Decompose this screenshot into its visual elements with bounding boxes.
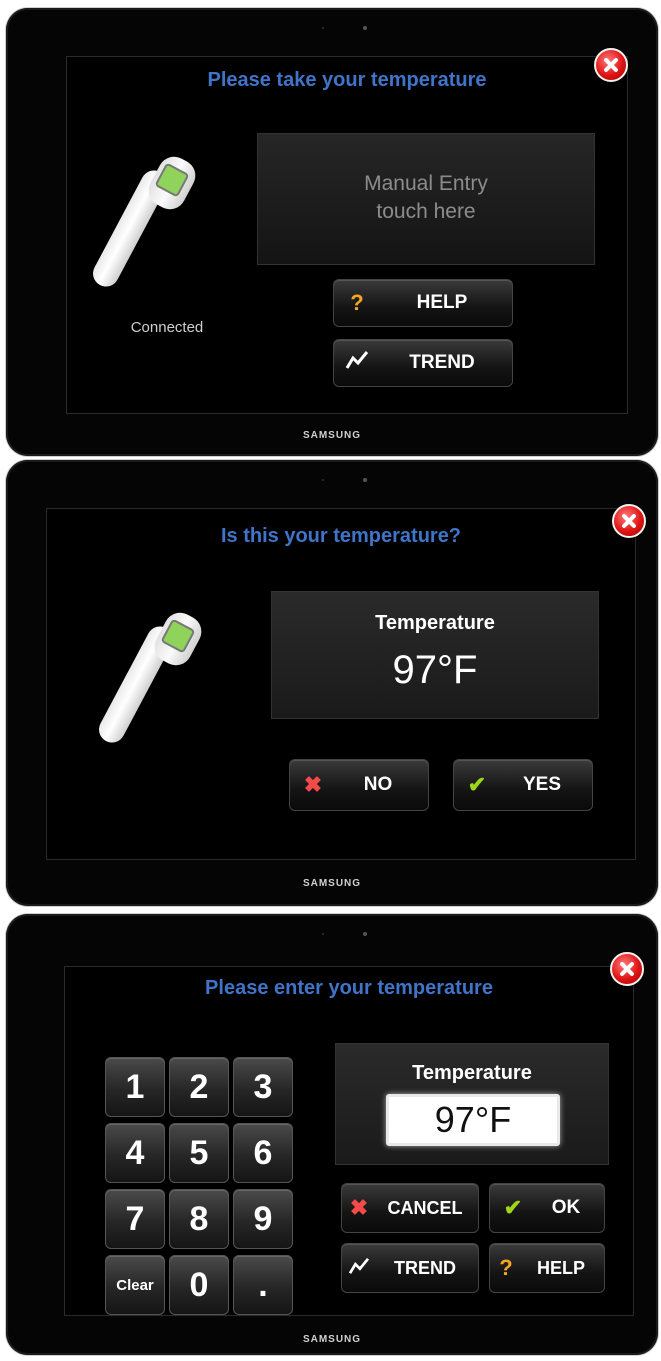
sensor-dot [322,933,324,935]
thermometer-icon [94,607,207,755]
key-decimal[interactable]: . [233,1255,293,1315]
trend-button[interactable]: TREND [341,1243,479,1293]
cancel-button[interactable]: ✖ CANCEL [341,1183,479,1233]
camera-dot [363,932,367,936]
help-button[interactable]: ? HELP [489,1243,605,1293]
key-8[interactable]: 8 [169,1189,229,1249]
key-3[interactable]: 3 [233,1057,293,1117]
sensor-dot [322,479,324,481]
camera-dot [363,478,367,482]
thermometer-icon [88,151,201,299]
question-mark-icon: ? [499,1255,513,1280]
manual-entry-button[interactable]: Manual Entry touch here [257,133,595,265]
trend-label: TREND [409,352,475,373]
manual-entry-line1: Manual Entry [364,172,488,195]
key-7[interactable]: 7 [105,1189,165,1249]
yes-button[interactable]: ✔ YES [453,759,593,811]
tablet-screen-1: Please take your temperature Connected M… [6,8,658,456]
trend-line-icon [346,1255,372,1281]
close-icon[interactable] [610,952,644,986]
check-icon: ✔ [467,772,487,797]
check-icon: ✔ [503,1195,523,1220]
key-9[interactable]: 9 [233,1189,293,1249]
yes-label: YES [522,774,562,795]
tablet-screen-3: Please enter your temperature 1 2 3 4 5 … [6,914,658,1355]
brand-logo: SAMSUNG [302,1334,362,1345]
temperature-label: Temperature [412,1062,532,1084]
help-label: HELP [536,1257,585,1278]
ok-label: OK [551,1197,581,1218]
temperature-input[interactable]: 97°F [386,1094,560,1146]
connection-status: Connected [130,319,204,336]
key-0[interactable]: 0 [169,1255,229,1315]
close-icon[interactable] [612,504,646,538]
trend-button[interactable]: TREND [333,339,513,387]
no-button[interactable]: ✖ NO [289,759,429,811]
temperature-panel: Temperature 97°F [335,1043,609,1165]
cancel-label: CANCEL [387,1197,463,1218]
key-clear[interactable]: Clear [105,1255,165,1315]
tablet-screen-2: Is this your temperature? Temperature 97… [6,460,658,906]
key-4[interactable]: 4 [105,1123,165,1183]
page-title: Please enter your temperature [205,977,493,999]
x-icon: ✖ [303,772,323,797]
page-title: Is this your temperature? [220,525,462,547]
temperature-label: Temperature [375,612,495,634]
brand-logo: SAMSUNG [302,878,362,889]
brand-logo: SAMSUNG [302,430,362,441]
key-1[interactable]: 1 [105,1057,165,1117]
help-label: HELP [416,292,468,313]
camera-dot [363,26,367,30]
close-icon[interactable] [594,48,628,82]
trend-line-icon [342,350,372,376]
manual-entry-line2: touch here [376,200,476,223]
question-mark-icon: ? [350,290,364,315]
no-label: NO [363,774,393,795]
ok-button[interactable]: ✔ OK [489,1183,605,1233]
display-area: Is this your temperature? Temperature 97… [46,508,636,860]
trend-label: TREND [394,1257,456,1278]
x-icon: ✖ [349,1195,369,1220]
sensor-dot [322,27,324,29]
temperature-panel: Temperature 97°F [271,591,599,719]
help-button[interactable]: ? HELP [333,279,513,327]
key-5[interactable]: 5 [169,1123,229,1183]
page-title: Please take your temperature [207,69,487,91]
temperature-value: 97°F [392,648,478,692]
key-2[interactable]: 2 [169,1057,229,1117]
display-area: Please enter your temperature 1 2 3 4 5 … [64,966,634,1316]
key-6[interactable]: 6 [233,1123,293,1183]
display-area: Please take your temperature Connected M… [66,56,628,414]
